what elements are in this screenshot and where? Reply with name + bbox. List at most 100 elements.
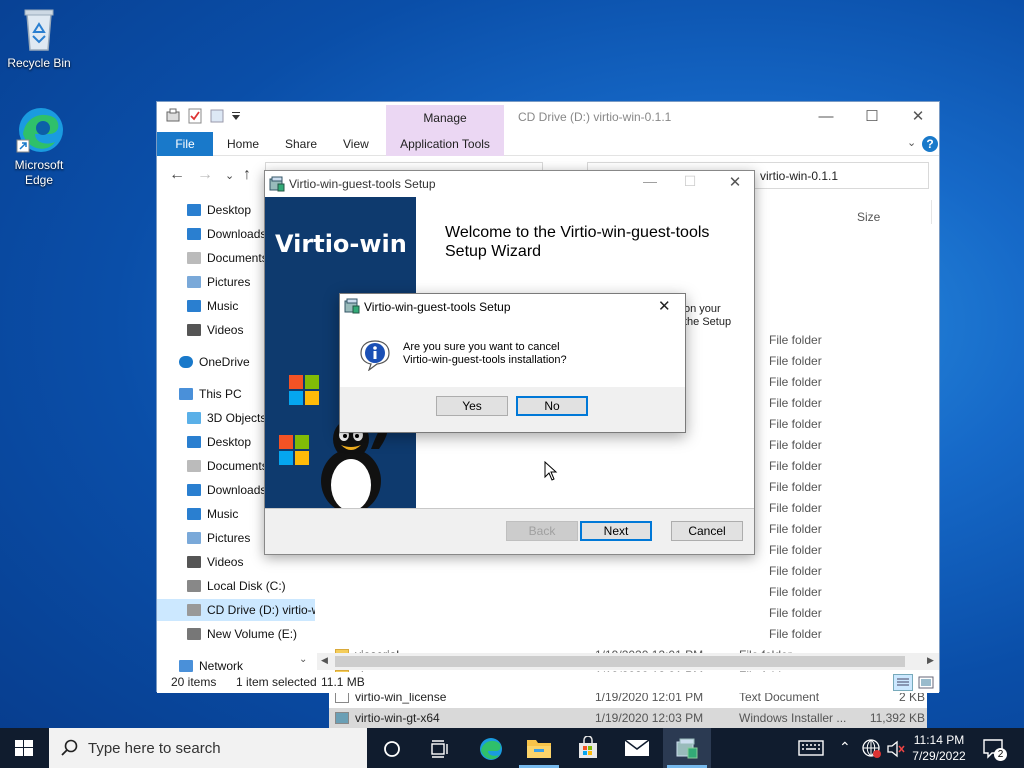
tab-home[interactable]: Home: [217, 132, 269, 156]
desktop-icon-recycle-bin[interactable]: Recycle Bin: [4, 6, 74, 71]
taskbar-edge-icon[interactable]: [478, 736, 504, 762]
sidebar-item-label: This PC: [199, 387, 242, 401]
close-button[interactable]: ✕: [895, 106, 941, 128]
brand-logo-text: Virtio-win: [275, 230, 407, 258]
horizontal-scrollbar[interactable]: ◀ ▶: [317, 653, 939, 670]
file-type: File folder: [769, 375, 822, 389]
table-row[interactable]: File folder: [329, 561, 927, 582]
column-divider: [931, 200, 932, 224]
welcome-heading: Welcome to the Virtio-win-guest-tools Se…: [445, 223, 745, 261]
nav-scroll-down-icon[interactable]: ⌄: [299, 654, 307, 665]
up-arrow-icon[interactable]: ↑: [243, 166, 251, 184]
videos-icon: [187, 556, 201, 568]
no-button[interactable]: No: [516, 396, 588, 416]
dialog-message-line-2: Virtio-win-guest-tools installation?: [403, 354, 567, 366]
search-placeholder: Type here to search: [88, 740, 221, 757]
scroll-left-icon[interactable]: ◀: [321, 655, 328, 666]
scroll-right-icon[interactable]: ▶: [927, 655, 934, 666]
file-explorer-taskbar-icon[interactable]: [526, 737, 552, 759]
qat-dropdown-icon[interactable]: [231, 108, 241, 124]
back-arrow-icon[interactable]: ←: [169, 166, 185, 184]
sidebar-item-new-volume-e[interactable]: New Volume (E:): [157, 623, 315, 645]
this-pc-icon: [179, 388, 193, 400]
yes-button[interactable]: Yes: [436, 396, 508, 416]
file-type: File folder: [769, 438, 822, 452]
local-disk-icon: [187, 580, 201, 592]
setup-maximize-button[interactable]: ☐: [675, 173, 705, 190]
next-button[interactable]: Next: [580, 521, 652, 541]
setup-minimize-button[interactable]: —: [635, 173, 665, 189]
table-row[interactable]: File folder: [329, 603, 927, 624]
show-hidden-icons-icon[interactable]: ⌃: [839, 739, 851, 755]
tab-share[interactable]: Share: [275, 132, 327, 156]
maximize-button[interactable]: ☐: [849, 106, 895, 128]
table-row[interactable]: virtio-win-gt-x64 1/19/2020 12:03 PM Windo…: [329, 708, 927, 729]
new-folder-qat-icon[interactable]: [209, 108, 225, 124]
task-view-icon[interactable]: [430, 740, 450, 758]
tab-application-tools[interactable]: Application Tools: [386, 132, 504, 156]
sidebar-item-label: Music: [207, 507, 239, 521]
3d-objects-icon: [187, 412, 201, 424]
onedrive-icon: [179, 356, 193, 368]
explorer-title-bar: Manage CD Drive (D:) virtio-win-0.1.1 — …: [157, 102, 939, 132]
store-icon[interactable]: [576, 736, 600, 760]
sidebar-item-label: Network: [199, 659, 244, 673]
table-row[interactable]: File folder: [329, 624, 927, 645]
keyboard-icon[interactable]: [798, 740, 824, 756]
music-icon: [187, 508, 201, 520]
sidebar-item-cd-drive-d-virtio-win-0-1-1[interactable]: CD Drive (D:) virtio-win-0.1.1: [157, 599, 315, 621]
properties-icon[interactable]: [165, 108, 181, 124]
drive-icon: [187, 628, 201, 640]
installer-file-icon: [335, 712, 349, 724]
dialog-content: Are you sure you want to cancel Virtio-w…: [340, 319, 685, 387]
tab-view[interactable]: View: [333, 132, 379, 156]
recent-dropdown-icon[interactable]: ⌄: [225, 169, 234, 182]
volume-muted-icon[interactable]: [886, 740, 906, 758]
scroll-thumb[interactable]: [335, 656, 905, 667]
back-button[interactable]: Back: [506, 521, 578, 541]
installer-taskbar-item[interactable]: [663, 728, 711, 768]
sidebar-item-label: Pictures: [207, 531, 251, 545]
start-button[interactable]: [15, 740, 33, 756]
checkbox-doc-icon[interactable]: [187, 108, 203, 124]
sidebar-item-label: Music: [207, 299, 239, 313]
file-type: File folder: [769, 396, 822, 410]
clock-time: 11:14 PM: [913, 733, 965, 747]
download-icon: [187, 484, 201, 496]
cortana-icon[interactable]: [383, 740, 401, 758]
dialog-close-button[interactable]: ✕: [658, 297, 671, 315]
info-icon: [360, 340, 390, 371]
tab-file[interactable]: File: [157, 132, 213, 156]
mouse-cursor-icon: [544, 461, 558, 481]
clock[interactable]: 11:14 PM 7/29/2022: [908, 732, 970, 764]
file-type: File folder: [769, 501, 822, 515]
file-type: File folder: [769, 522, 822, 536]
large-icons-view-icon[interactable]: [917, 674, 935, 691]
minimize-button[interactable]: —: [803, 106, 849, 128]
sidebar-item-label: 3D Objects: [207, 411, 267, 425]
desktop-icon-edge[interactable]: Microsoft Edge: [4, 104, 74, 188]
manage-tab[interactable]: Manage: [386, 105, 504, 132]
network-status-icon[interactable]: [862, 739, 882, 759]
file-type: File folder: [769, 354, 822, 368]
documents-icon: [187, 252, 201, 264]
pictures-icon: [187, 276, 201, 288]
file-size: 11,392 KB: [869, 711, 925, 725]
mail-icon[interactable]: [624, 739, 650, 757]
setup-close-button[interactable]: ✕: [720, 173, 750, 191]
forward-arrow-icon[interactable]: →: [197, 166, 213, 184]
setup-title-bar: Virtio-win-guest-tools Setup — ☐ ✕: [265, 171, 754, 197]
sidebar-item-label: Downloads: [207, 227, 267, 241]
table-row[interactable]: File folder: [329, 582, 927, 603]
taskbar-search-box[interactable]: Type here to search: [49, 728, 367, 768]
sidebar-item-local-disk-c[interactable]: Local Disk (C:): [157, 575, 315, 597]
status-bar: 20 items 1 item selected 11.1 MB: [157, 672, 939, 693]
status-selected: 1 item selected: [236, 675, 317, 689]
cancel-button[interactable]: Cancel: [671, 521, 743, 541]
details-view-icon[interactable]: [893, 674, 913, 691]
ribbon-collapse-icon[interactable]: ⌄: [907, 136, 916, 149]
setup-title: Virtio-win-guest-tools Setup: [289, 177, 436, 191]
file-type: File folder: [769, 459, 822, 473]
help-icon[interactable]: ?: [921, 135, 939, 153]
welcome-body-partial-2: the Setup: [684, 316, 732, 328]
